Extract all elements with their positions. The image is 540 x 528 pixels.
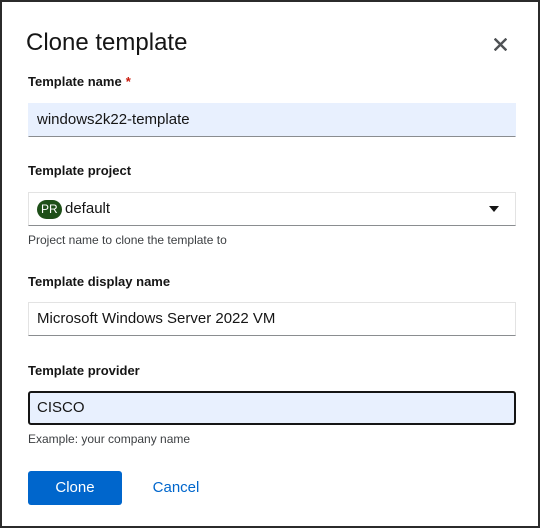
- template-name-label: Template name *: [28, 74, 131, 90]
- project-badge: PR: [37, 200, 62, 219]
- modal-title: Clone template: [26, 29, 188, 56]
- close-button[interactable]: [488, 32, 512, 56]
- caret-down-icon: [489, 206, 499, 212]
- template-project-value: default: [65, 200, 111, 217]
- template-display-name-input[interactable]: Microsoft Windows Server 2022 VM: [28, 302, 516, 336]
- template-display-name-label: Template display name: [28, 274, 171, 289]
- clone-button[interactable]: Clone: [28, 471, 122, 505]
- template-project-select[interactable]: PR default: [28, 192, 516, 226]
- template-name-input[interactable]: windows2k22-template: [28, 103, 516, 137]
- template-provider-input[interactable]: CISCO: [28, 391, 516, 425]
- cancel-button[interactable]: Cancel: [142, 471, 210, 505]
- template-name-label-text: Template name: [28, 74, 122, 89]
- template-project-helper: Project name to clone the template to: [28, 233, 227, 247]
- template-project-label: Template project: [28, 163, 132, 178]
- clone-template-modal: Clone template Template name * windows2k2…: [0, 0, 540, 528]
- required-marker: *: [125, 74, 131, 89]
- template-provider-label: Template provider: [28, 363, 140, 378]
- template-provider-helper: Example: your company name: [28, 432, 191, 446]
- close-icon: [493, 37, 507, 51]
